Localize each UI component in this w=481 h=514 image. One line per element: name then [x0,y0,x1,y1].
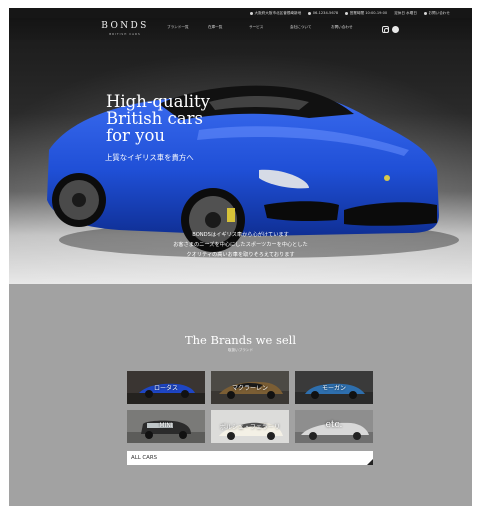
hours-text: 営業時間 10:00-19:00 [349,10,388,15]
hero-subtitle: 上質なイギリス車を貴方へ [105,153,194,162]
nav-item-about[interactable]: 会社について [290,25,331,30]
phone-text: 06-1234-5678 [312,11,339,15]
brand-tile-etc[interactable]: etc. [295,410,373,443]
mail-icon [423,11,427,15]
nav-item-service[interactable]: サービス [249,25,290,30]
brand-label-etc: etc. [325,420,343,430]
hero-title: High-quality British cars for you [106,92,210,145]
brand-label-mclaren: マクラーレン [231,385,268,392]
brand-tile-morgan[interactable]: モーガン [295,371,373,404]
all-cars-button[interactable]: ALL CARS [127,451,373,465]
corner-arrow-icon [367,459,373,465]
holiday-item: 定休日 水曜日 [394,11,417,16]
brand-label-mini: MINI [159,422,173,429]
brand-tile-mclaren[interactable]: マクラーレン [211,371,289,404]
logo-tagline: BRITISH CARS [109,32,141,36]
site-header: BONDS BRITISH CARS ブランド一覧 在庫一覧 サービス 会社につ… [9,18,472,40]
brands-title: The Brands we sell [184,333,297,347]
clock-icon [345,11,349,15]
nav-item-stock[interactable]: 在庫一覧 [208,25,249,30]
hours-item: 営業時間 10:00-19:00 [345,11,387,16]
site-logo[interactable]: BONDS BRITISH CARS [101,21,149,36]
brand-label-lotus: ロータス [153,385,178,392]
address-text: 大阪府大阪市北区曽根崎新地 [254,10,302,15]
contact-text: お問い合わせ [428,10,450,15]
brand-tile-mini[interactable]: MINI [127,410,205,443]
contact-link[interactable]: お問い合わせ [423,10,450,16]
holiday-text: 定休日 水曜日 [394,10,417,15]
map-pin-icon [250,11,253,15]
brands-subtitle: 取扱いブランド [227,348,254,352]
nav-item-contact[interactable]: お問い合わせ [331,25,372,30]
all-cars-label: ALL CARS [131,455,158,461]
brand-label-porsche-ferrari: ポルシェ・フェラーリ [219,424,280,431]
logo-name: BONDS [101,21,149,31]
brand-label-morgan: モーガン [321,385,346,392]
hero-description: BONDSはイギリス車から心がけています お客さまのニーズを中心にしたスポーツカ… [173,232,308,258]
top-info-bar: 大阪府大阪市北区曽根崎新地 06-1234-5678 営業時間 10:00-19… [9,8,472,18]
social-icons [382,26,399,33]
phone-icon [308,11,312,15]
address-item: 大阪府大阪市北区曽根崎新地 [250,11,301,16]
line-icon[interactable] [392,26,399,33]
hero-section: High-quality British cars for you 上質なイギリ… [9,40,472,284]
nav-item-brands[interactable]: ブランド一覧 [167,25,208,30]
brand-tile-lotus[interactable]: ロータス [127,371,205,404]
main-nav: ブランド一覧 在庫一覧 サービス 会社について お問い合わせ [167,25,372,30]
phone-item[interactable]: 06-1234-5678 [308,11,338,15]
instagram-icon[interactable] [382,26,389,33]
brand-grid: ロータス マクラーレン モーガン MINI ポルシェ・フェラーリ etc. [127,371,373,443]
brand-tile-porsche-ferrari[interactable]: ポルシェ・フェラーリ [211,410,289,443]
page-frame: 大阪府大阪市北区曽根崎新地 06-1234-5678 営業時間 10:00-19… [9,8,472,506]
